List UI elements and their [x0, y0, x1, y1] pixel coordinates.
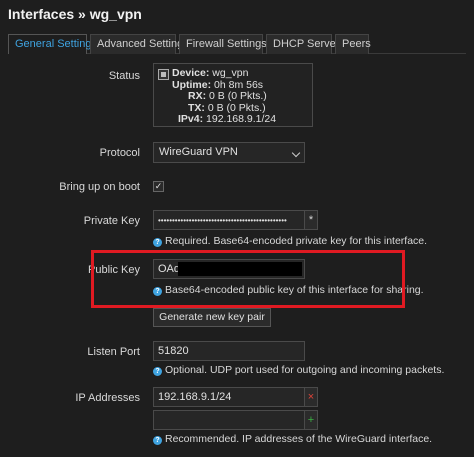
bring-up-label: Bring up on boot: [59, 181, 140, 193]
tab-bar: General Settings Advanced Settings Firew…: [8, 34, 466, 54]
uptime-value: 0h 8m 56s: [214, 78, 264, 91]
ip-address-input-1[interactable]: [153, 387, 305, 407]
uptime-label: Uptime:: [172, 78, 212, 91]
rx-value: 0 B (0 Pkts.): [209, 90, 267, 102]
network-device-icon: [158, 69, 169, 80]
tab-advanced-settings[interactable]: Advanced Settings: [90, 34, 189, 54]
tx-value: 0 B (0 Pkts.): [207, 101, 266, 114]
device-value: wg_vpn: [212, 67, 249, 79]
listen-port-input[interactable]: [153, 341, 305, 361]
tab-firewall-settings[interactable]: Firewall Settings: [179, 34, 267, 54]
tab-general-settings[interactable]: General Settings: [8, 34, 97, 54]
protocol-select[interactable]: WireGuard VPN: [153, 142, 305, 163]
device-label: Device:: [172, 67, 210, 79]
ip-addresses-label: IP Addresses: [75, 392, 140, 404]
status-box: Device: wg_vpn Uptime: 0h 8m 56s RX: 0 B…: [153, 63, 313, 127]
private-key-hint-text: Required. Base64-encoded private key for…: [165, 235, 428, 247]
question-icon: ?: [153, 436, 162, 445]
status-lines: Device: wg_vpn Uptime: 0h 8m 56s RX: 0 B…: [172, 67, 277, 126]
ip-addresses-hint: ? Recommended. IP addresses of the WireGu…: [153, 433, 432, 445]
ip-addresses-hint-text: Recommended. IP addresses of the WireGua…: [165, 433, 433, 445]
ipv4-value: 192.168.9.1/24: [206, 113, 277, 125]
question-icon: ?: [153, 367, 162, 376]
remove-ip-button[interactable]: ×: [304, 387, 318, 407]
page-title: Interfaces » wg_vpn: [8, 6, 142, 22]
private-key-hint: ? Required. Base64-encoded private key fo…: [153, 235, 427, 247]
reveal-password-button[interactable]: *: [304, 210, 318, 230]
red-highlight-box: [91, 250, 405, 308]
listen-port-hint: ? Optional. UDP port used for outgoing an…: [153, 364, 444, 376]
protocol-value: WireGuard VPN: [159, 146, 238, 158]
tx-label: TX:: [188, 101, 205, 114]
bring-up-checkbox[interactable]: ✓: [153, 181, 164, 192]
ip-address-input-2[interactable]: [153, 410, 305, 430]
chevron-down-icon: [291, 148, 301, 158]
generate-key-pair-button[interactable]: Generate new key pair: [153, 308, 271, 327]
listen-port-label: Listen Port: [87, 346, 140, 358]
ipv4-label: IPv4:: [178, 113, 204, 125]
tab-peers[interactable]: Peers: [335, 34, 371, 54]
private-key-label: Private Key: [83, 215, 140, 227]
listen-port-hint-text: Optional. UDP port used for outgoing and…: [165, 364, 445, 376]
private-key-input[interactable]: [153, 210, 305, 230]
status-label: Status: [108, 70, 140, 82]
question-icon: ?: [153, 238, 162, 247]
add-ip-button[interactable]: +: [304, 410, 318, 430]
rx-label: RX:: [188, 90, 207, 102]
tab-dhcp-server[interactable]: DHCP Server: [266, 34, 339, 54]
protocol-label: Protocol: [99, 147, 140, 159]
